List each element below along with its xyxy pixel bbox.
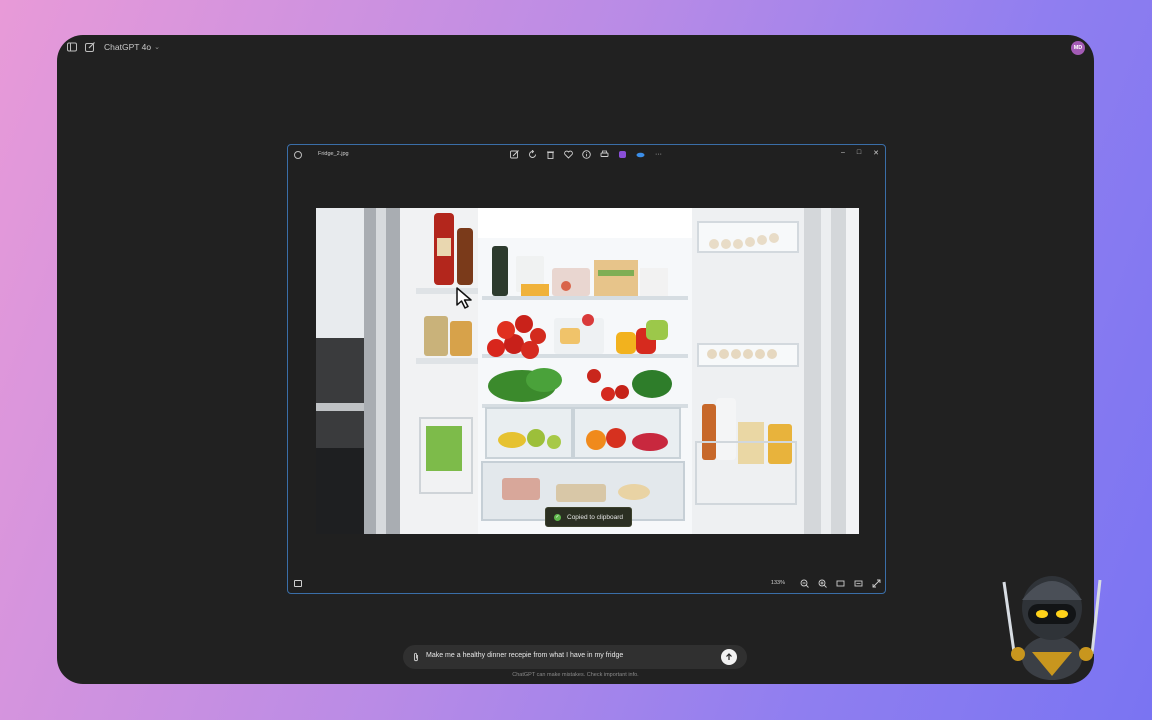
- viewer-toolbar: ···: [510, 150, 663, 159]
- new-chat-icon[interactable]: [85, 42, 95, 52]
- toast-text: Copied to clipboard: [567, 513, 624, 521]
- chevron-down-icon: ⌄: [154, 44, 160, 51]
- fridge-photo: [316, 208, 859, 534]
- rotate-icon[interactable]: [528, 150, 537, 159]
- sidebar-toggle-icon[interactable]: [67, 42, 77, 52]
- info-icon[interactable]: [582, 150, 591, 159]
- maximize-button[interactable]: □: [857, 149, 861, 157]
- zoom-in-icon[interactable]: [818, 579, 827, 588]
- topbar: ChatGPT 4o ⌄ MD: [57, 35, 1094, 61]
- viewer-titlebar: Fridge_2.jpg ··· – □ ✕: [288, 145, 885, 165]
- ninja-mascot-logo: [1002, 576, 1102, 680]
- avatar[interactable]: MD: [1071, 41, 1085, 55]
- filmstrip-icon[interactable]: [294, 580, 302, 587]
- model-label: ChatGPT 4o: [104, 42, 152, 52]
- arrow-up-icon: [726, 653, 732, 660]
- fullscreen-icon[interactable]: [872, 579, 881, 588]
- viewer-filename: Fridge_2.jpg: [318, 151, 349, 157]
- prompt-input[interactable]: Make me a healthy dinner recepie from wh…: [426, 652, 623, 659]
- zoom-out-icon[interactable]: [800, 579, 809, 588]
- photos-app-icon: [294, 151, 302, 159]
- viewer-bottombar: 133%: [288, 575, 885, 593]
- copied-toast: ✓ Copied to clipboard: [545, 507, 633, 527]
- chatgpt-app-window: ChatGPT 4o ⌄ MD Fridge_2.jpg ··· – □ ✕ ✓…: [57, 35, 1094, 684]
- edit-image-icon[interactable]: [510, 150, 519, 159]
- favorite-icon[interactable]: [564, 150, 573, 159]
- model-selector[interactable]: ChatGPT 4o ⌄: [104, 42, 160, 52]
- zoom-level: 133%: [770, 580, 785, 586]
- attach-icon[interactable]: [412, 652, 420, 662]
- minimize-button[interactable]: –: [841, 149, 845, 157]
- mouse-cursor-icon: [456, 287, 472, 309]
- print-icon[interactable]: [600, 150, 609, 159]
- check-icon: ✓: [554, 513, 561, 521]
- more-icon[interactable]: ···: [654, 150, 663, 159]
- delete-icon[interactable]: [546, 150, 555, 159]
- clipchamp-icon[interactable]: [618, 150, 627, 159]
- send-button[interactable]: [721, 649, 737, 665]
- onedrive-icon[interactable]: [636, 150, 645, 159]
- close-button[interactable]: ✕: [873, 149, 879, 157]
- fit-to-window-icon[interactable]: [836, 579, 845, 588]
- chat-composer[interactable]: Make me a healthy dinner recepie from wh…: [403, 645, 747, 669]
- window-controls: – □ ✕: [841, 149, 879, 157]
- photos-viewer-window: Fridge_2.jpg ··· – □ ✕ ✓ Copied to clipb…: [287, 144, 886, 594]
- disclaimer-text: ChatGPT can make mistakes. Check importa…: [512, 672, 639, 678]
- viewer-bottom-tools: [800, 579, 881, 588]
- slideshow-icon[interactable]: [854, 579, 863, 588]
